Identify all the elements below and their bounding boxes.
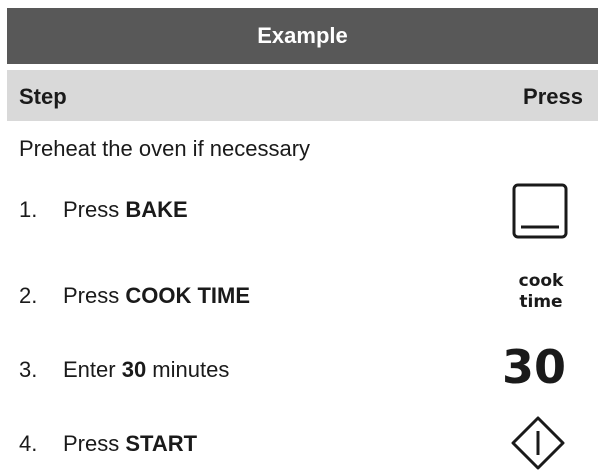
step-keyword: COOK TIME	[125, 283, 251, 308]
table-header-row: Step Press	[7, 70, 598, 121]
step-row-1: 1. Press BAKE	[19, 197, 188, 223]
start-diamond-icon	[511, 416, 565, 475]
step-suffix: minutes	[146, 357, 230, 382]
step-row-2: 2. Press COOK TIME	[19, 283, 250, 309]
step-row-3: 3. Enter 30 minutes	[19, 357, 229, 383]
step-prefix: Enter	[63, 357, 122, 382]
number-key-30: 30	[501, 340, 566, 394]
step-prefix: Press	[63, 283, 126, 308]
step-number: 4.	[19, 431, 38, 456]
bake-square-icon-svg	[512, 183, 568, 239]
table-title-bar: Example	[7, 8, 598, 64]
step-number: 3.	[19, 357, 38, 382]
step-number: 2.	[19, 283, 38, 308]
table-title: Example	[257, 23, 348, 48]
intro-text: Preheat the oven if necessary	[19, 136, 311, 161]
column-header-press: Press	[523, 84, 583, 109]
step-number: 1.	[19, 197, 38, 222]
step-prefix: Press	[63, 197, 126, 222]
cook-time-line2: time	[519, 292, 563, 312]
cook-time-key: cook time	[497, 271, 585, 313]
step-prefix: Press	[63, 431, 126, 456]
step-row-4: 4. Press START	[19, 431, 197, 457]
column-header-step: Step	[19, 84, 67, 109]
cook-time-line1: cook	[518, 271, 564, 291]
bake-square-icon	[512, 183, 568, 244]
start-diamond-icon-svg	[511, 416, 565, 470]
intro-row: Preheat the oven if necessary	[19, 136, 310, 162]
step-keyword: BAKE	[125, 197, 188, 222]
step-keyword: 30	[121, 357, 147, 382]
step-keyword: START	[125, 431, 198, 456]
